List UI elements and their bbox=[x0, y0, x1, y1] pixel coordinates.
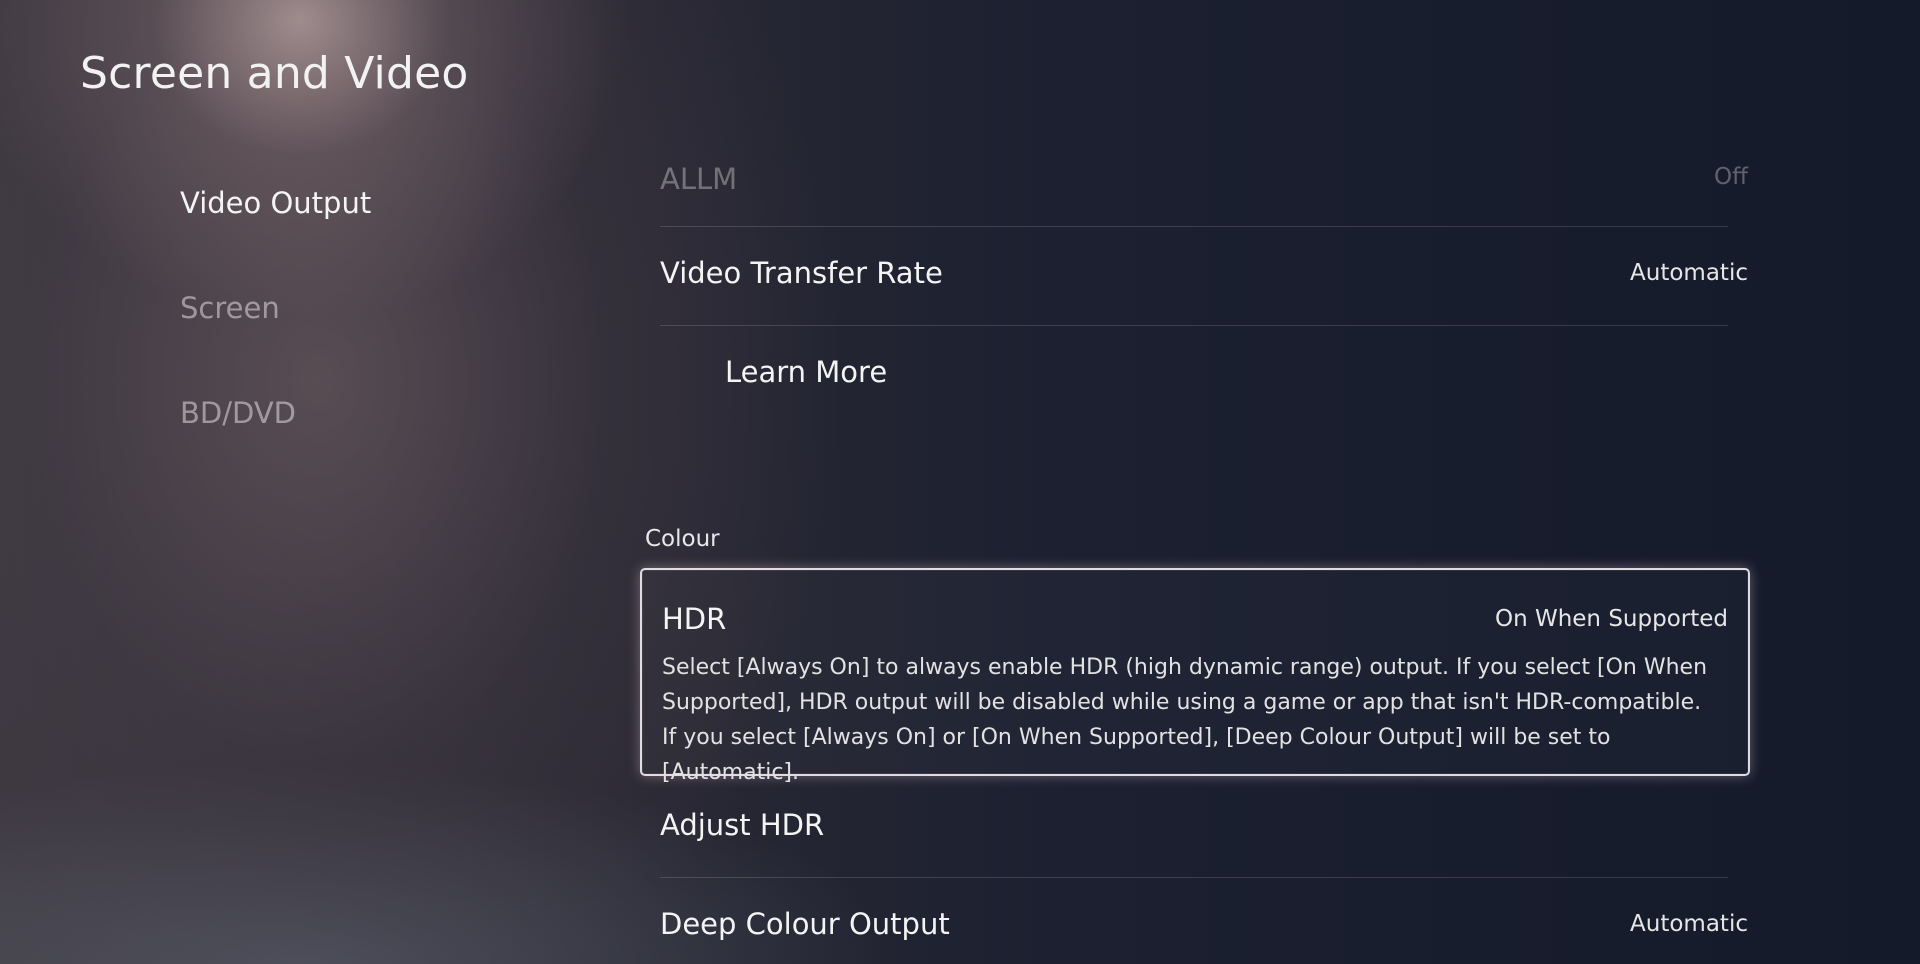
nav-item-video-output[interactable]: Video Output bbox=[180, 186, 371, 220]
page-title: Screen and Video bbox=[80, 48, 469, 99]
setting-label: ALLM bbox=[660, 162, 738, 196]
learn-more-label: Learn More bbox=[725, 355, 888, 389]
setting-row-deep-colour-output[interactable]: Deep Colour Output Automatic bbox=[660, 907, 1748, 947]
setting-value: Off bbox=[1714, 164, 1748, 190]
setting-row-hdr[interactable]: HDR On When Supported Select [Always On]… bbox=[640, 568, 1750, 785]
setting-value: On When Supported bbox=[1494, 606, 1728, 632]
divider bbox=[660, 226, 1728, 227]
setting-value: Automatic bbox=[1630, 260, 1748, 286]
setting-description: Select [Always On] to always enable HDR … bbox=[662, 655, 1708, 785]
nav-item-bd-dvd[interactable]: BD/DVD bbox=[180, 396, 296, 430]
setting-value: Automatic bbox=[1630, 911, 1748, 937]
nav-item-screen[interactable]: Screen bbox=[180, 291, 280, 325]
setting-label: Adjust HDR bbox=[660, 808, 825, 842]
setting-label: HDR bbox=[662, 602, 727, 636]
setting-label: Deep Colour Output bbox=[660, 907, 950, 941]
setting-label: Video Transfer Rate bbox=[660, 256, 943, 290]
learn-more-link[interactable]: Learn More bbox=[660, 355, 1748, 395]
setting-row-adjust-hdr[interactable]: Adjust HDR bbox=[660, 808, 1748, 848]
divider bbox=[660, 877, 1728, 878]
section-header-colour: Colour bbox=[645, 526, 720, 552]
setting-row-video-transfer-rate[interactable]: Video Transfer Rate Automatic bbox=[660, 256, 1748, 296]
divider bbox=[660, 325, 1728, 326]
settings-panel: ALLM Off Video Transfer Rate Automatic L… bbox=[640, 0, 1760, 964]
setting-row-allm[interactable]: ALLM Off bbox=[660, 160, 1748, 200]
